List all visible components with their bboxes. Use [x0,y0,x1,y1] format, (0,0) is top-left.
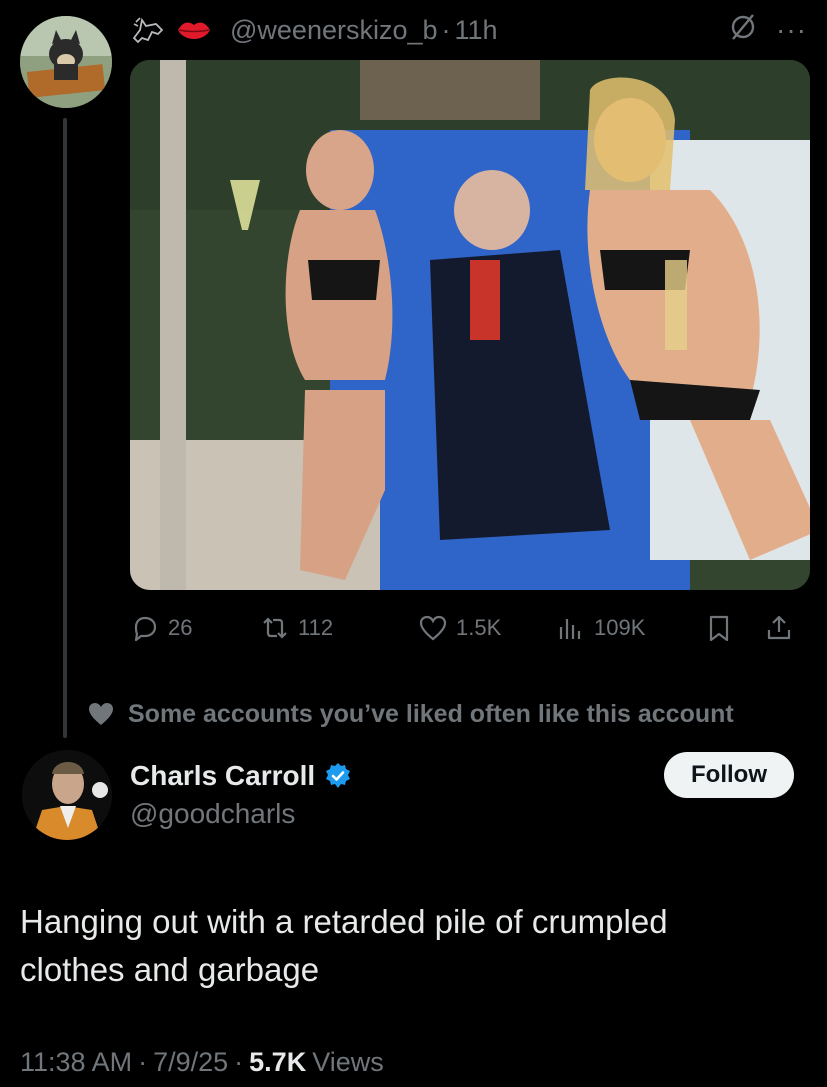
tweet-detail-screen: @weenerskizo_b · 11h ··· 26 112 1.5K 109… [0,0,827,1087]
tweet-text-line-1: Hanging out with a retarded pile of crum… [20,903,668,940]
views-button[interactable]: 109K [556,613,704,643]
empty-set-icon [728,12,758,49]
like-count: 1.5K [456,615,502,640]
tweet-date[interactable]: 7/9/25 [153,1047,228,1078]
views-icon [559,619,581,639]
reply-parent-handle[interactable]: @weenerskizo_b [230,15,438,46]
thread-connector-line [63,118,67,738]
bookmark-icon [709,615,729,642]
share-button[interactable] [764,613,804,643]
tweet-text: Hanging out with a retarded pile of crum… [20,898,800,994]
reply-parent-time[interactable]: 11h [455,15,498,46]
like-button[interactable]: 1.5K [418,613,556,643]
header-separator: · [441,14,451,45]
views-count: 109K [594,615,646,640]
reply-button[interactable]: 26 [130,613,260,643]
more-options-button[interactable]: ··· [776,14,807,46]
bookmark-button[interactable] [704,613,764,643]
tweet-time[interactable]: 11:38 AM [20,1047,132,1078]
reply-parent-action-bar: 26 112 1.5K 109K [130,610,810,646]
tweet-text-line-2: clothes and garbage [20,951,320,988]
follow-button[interactable]: Follow [664,752,794,798]
author-name-row: Charls Carroll [130,756,353,796]
repost-icon [263,617,287,639]
repost-button[interactable]: 112 [260,613,418,643]
heart-icon [419,615,447,641]
heart-filled-icon [89,703,113,725]
reply-count: 26 [168,615,193,640]
reply-icon [134,616,157,642]
meta-separator-2: · [234,1046,244,1077]
social-context-text: Some accounts you’ve liked often like th… [128,699,734,728]
lips-emoji-icon [176,12,212,48]
author-handle[interactable]: @goodcharls [130,798,295,830]
verified-badge-icon [326,763,351,788]
tweet-photo[interactable] [130,60,810,590]
tweet-metadata: 11:38 AM · 7/9/25 · 5.7K Views [20,1044,384,1080]
share-icon [767,615,791,640]
reply-parent-avatar[interactable] [20,16,112,108]
meta-separator-1: · [138,1046,148,1077]
tweet-views-label: Views [312,1046,384,1077]
tweet-views-count[interactable]: 5.7K [249,1047,306,1078]
social-context: Some accounts you’ve liked often like th… [86,696,734,732]
reply-parent-header: @weenerskizo_b · 11h ··· [130,10,807,50]
author-display-name[interactable]: Charls Carroll [130,760,315,792]
repost-count: 112 [298,615,334,640]
horse-emoji-icon [130,12,166,48]
author-avatar[interactable] [22,750,112,840]
